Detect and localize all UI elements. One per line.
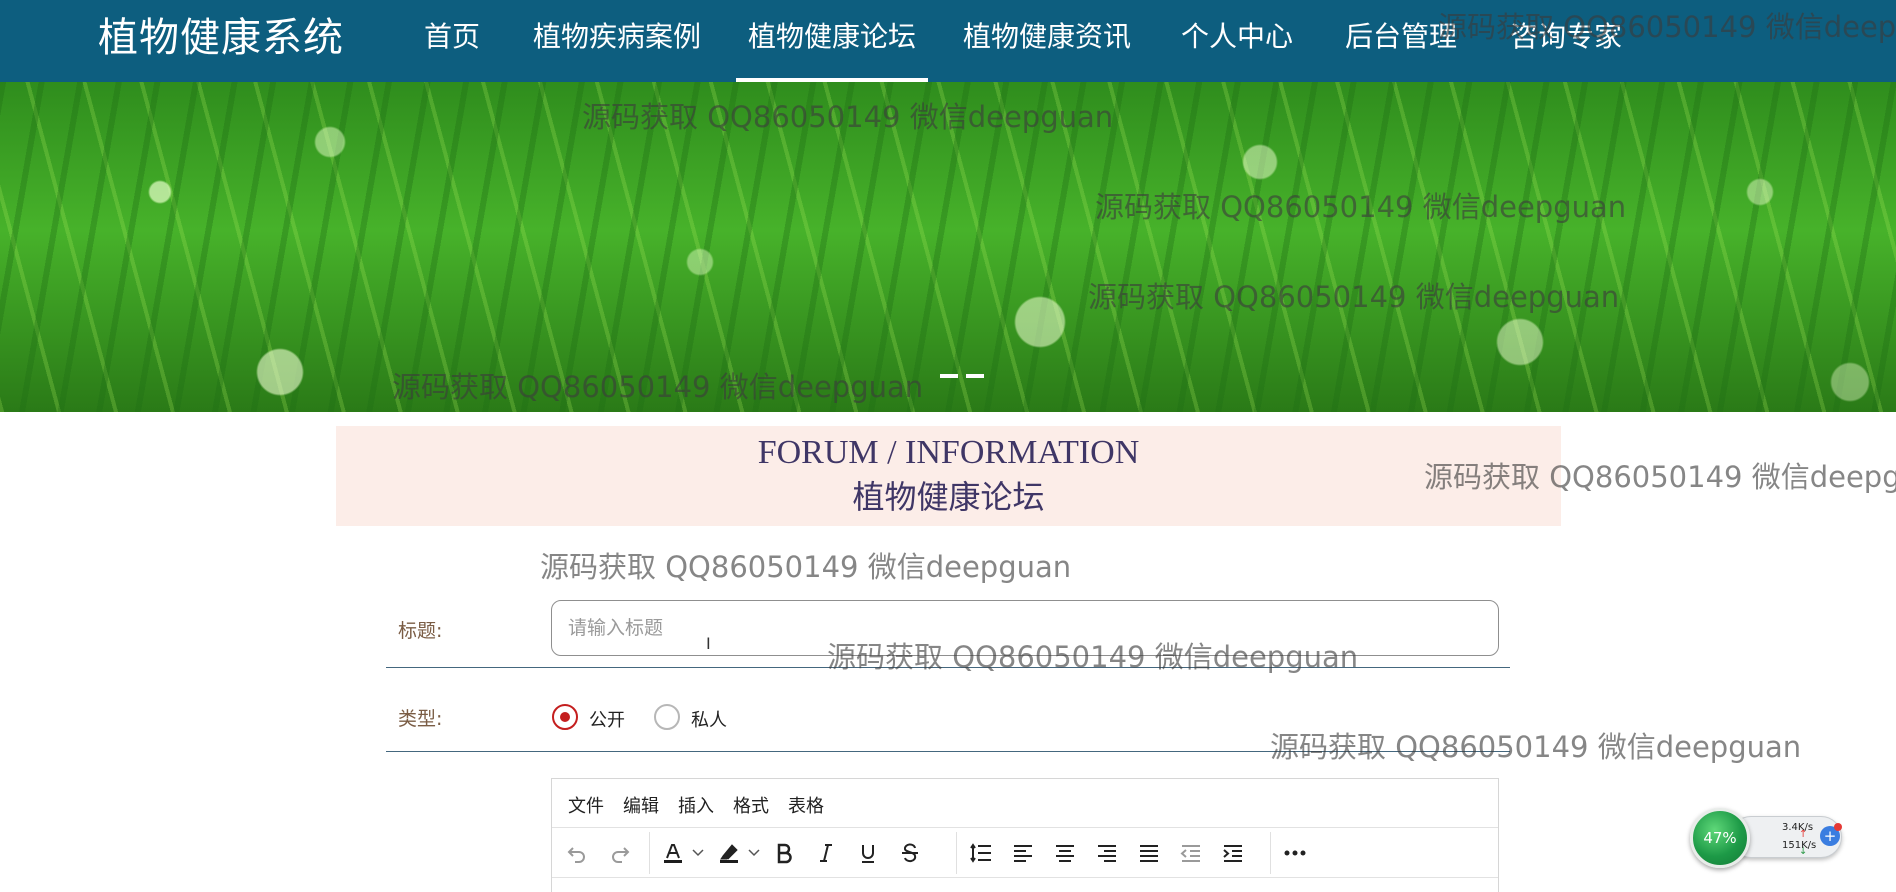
section-title-en: FORUM / INFORMATION — [757, 434, 1140, 471]
nav-forum[interactable]: 植物健康论坛 — [735, 0, 929, 82]
top-navbar: 植物健康系统 首页 植物疾病案例 植物健康论坛 植物健康资讯 个人中心 后台管理… — [0, 0, 1896, 82]
text-color-icon[interactable] — [656, 836, 690, 870]
nav-news[interactable]: 植物健康资讯 — [963, 0, 1131, 82]
toolbar-separator — [649, 832, 650, 874]
nav-disease-cases[interactable]: 植物疾病案例 — [533, 0, 701, 82]
nav-home[interactable]: 首页 — [424, 0, 480, 82]
title-input[interactable] — [551, 600, 1499, 656]
type-label: 类型: — [398, 708, 443, 730]
italic-icon[interactable] — [809, 836, 843, 870]
nav-admin[interactable]: 后台管理 — [1345, 0, 1457, 82]
toolbar-separator — [1270, 832, 1271, 874]
menu-edit[interactable]: 编辑 — [623, 792, 659, 818]
align-justify-icon[interactable] — [1132, 836, 1166, 870]
align-center-icon[interactable] — [1048, 836, 1082, 870]
underline-icon[interactable] — [851, 836, 885, 870]
section-header: FORUM / INFORMATION 植物健康论坛 — [336, 426, 1561, 526]
undo-icon[interactable] — [560, 836, 594, 870]
site-logo[interactable]: 植物健康系统 — [98, 14, 344, 62]
menu-insert[interactable]: 插入 — [678, 792, 714, 818]
title-label: 标题: — [398, 620, 443, 642]
menu-file[interactable]: 文件 — [568, 792, 604, 818]
nav-consult-expert[interactable]: 咨询专家 — [1510, 0, 1622, 82]
menu-table[interactable]: 表格 — [788, 792, 824, 818]
align-right-icon[interactable] — [1090, 836, 1124, 870]
rich-text-editor: 文件 编辑 插入 格式 表格 — [551, 778, 1499, 892]
more-icon[interactable] — [1278, 836, 1312, 870]
carousel-dot-1[interactable] — [940, 374, 958, 378]
download-speed: 151K/s — [1782, 840, 1817, 851]
chevron-down-icon[interactable] — [688, 836, 708, 870]
highlight-color-icon[interactable] — [712, 836, 746, 870]
outdent-icon[interactable] — [1174, 836, 1208, 870]
toolbar-separator — [956, 832, 957, 874]
editor-menubar: 文件 编辑 插入 格式 表格 — [552, 779, 1498, 828]
upload-speed: 3.4K/s — [1782, 822, 1814, 833]
radio-public-label[interactable]: 公开 — [589, 706, 625, 732]
cpu-usage-ball[interactable]: 47% — [1690, 808, 1750, 868]
radio-private[interactable] — [654, 704, 680, 730]
line-height-icon[interactable] — [964, 836, 998, 870]
banner-carousel — [0, 82, 1896, 412]
bold-icon[interactable] — [767, 836, 801, 870]
radio-private-label[interactable]: 私人 — [691, 706, 727, 732]
strikethrough-icon[interactable] — [893, 836, 927, 870]
redo-icon[interactable] — [603, 836, 637, 870]
watermark: 源码获取 QQ86050149 微信deepguan — [540, 550, 1072, 584]
add-icon[interactable]: + — [1820, 823, 1842, 846]
network-speed-widget[interactable]: ↑ ↓ 3.4K/s 151K/s 47% + — [1690, 808, 1850, 868]
radio-public[interactable] — [552, 704, 578, 730]
align-left-icon[interactable] — [1006, 836, 1040, 870]
chevron-down-icon[interactable] — [744, 836, 764, 870]
carousel-dot-2[interactable] — [966, 374, 984, 378]
section-title-zh: 植物健康论坛 — [852, 478, 1045, 516]
nav-personal-center[interactable]: 个人中心 — [1181, 0, 1293, 82]
menu-format[interactable]: 格式 — [733, 792, 769, 818]
editor-toolbar — [552, 828, 1498, 878]
indent-icon[interactable] — [1216, 836, 1250, 870]
